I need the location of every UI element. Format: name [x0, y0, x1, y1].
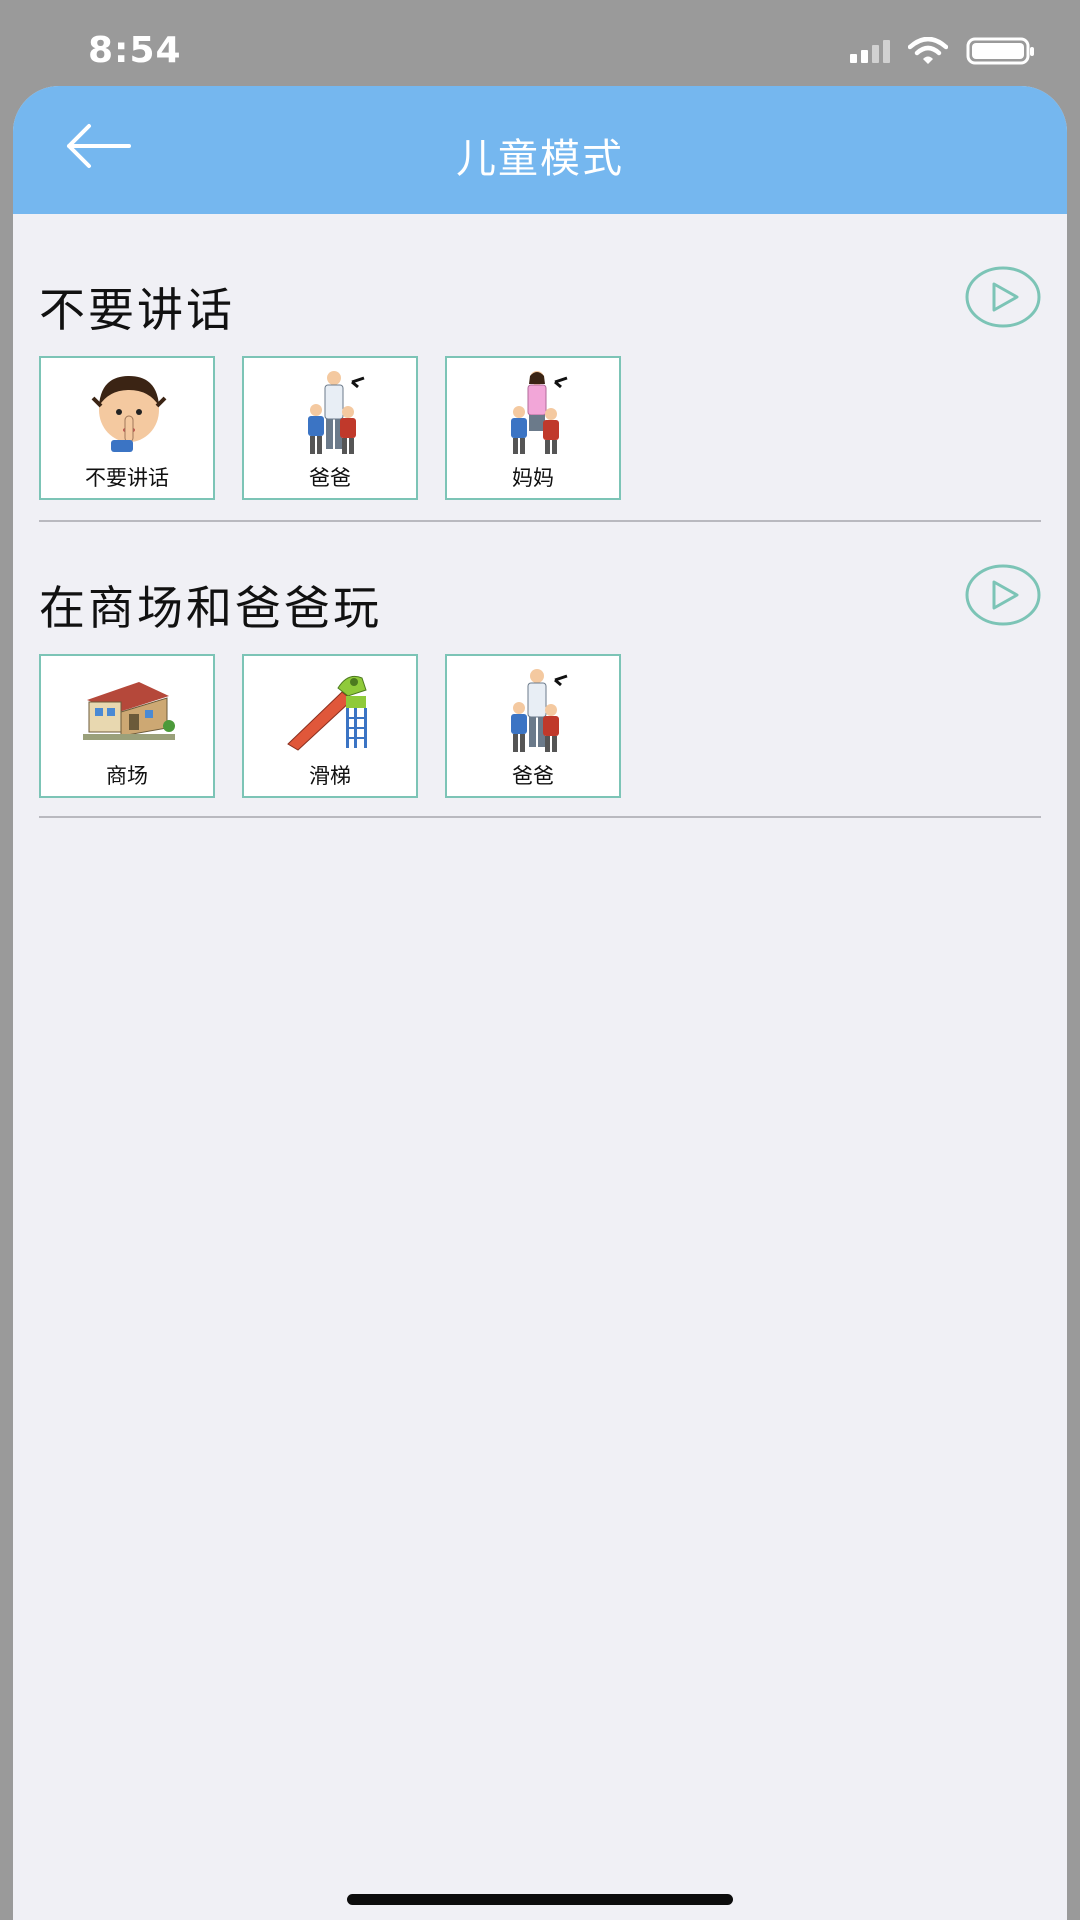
status-bar: 8:54 — [0, 0, 1080, 96]
card-label: 爸爸 — [309, 466, 351, 490]
play-circle-icon — [965, 266, 1041, 328]
card-row: 不要讲话 爸爸 妈妈 — [39, 356, 621, 500]
play-button[interactable] — [965, 564, 1041, 626]
slide-icon — [287, 675, 367, 751]
card-label: 爸爸 — [512, 764, 554, 788]
mall-icon — [83, 682, 175, 740]
status-icons — [850, 36, 1036, 66]
picture-card[interactable]: 滑梯 — [242, 654, 418, 798]
card-label: 妈妈 — [512, 466, 554, 490]
child-shush-icon — [91, 376, 167, 452]
play-circle-icon — [965, 564, 1041, 626]
status-time: 8:54 — [88, 30, 182, 71]
card-label: 商场 — [106, 764, 148, 788]
card-row: 商场 滑梯 爸爸 — [39, 654, 621, 798]
nav-bar: 儿童模式 — [13, 86, 1067, 214]
father-icon — [511, 669, 568, 752]
picture-card[interactable]: 爸爸 — [242, 356, 418, 500]
section-title: 不要讲话 — [39, 283, 235, 337]
section-title: 在商场和爸爸玩 — [39, 581, 382, 635]
picture-card[interactable]: 妈妈 — [445, 356, 621, 500]
section-divider — [39, 816, 1041, 818]
father-icon — [308, 371, 365, 454]
battery-icon — [966, 37, 1034, 65]
section-divider — [39, 520, 1041, 522]
home-indicator[interactable] — [347, 1894, 733, 1905]
card-label: 滑梯 — [309, 764, 351, 788]
mother-icon — [511, 371, 568, 454]
play-button[interactable] — [965, 266, 1041, 328]
picture-card[interactable]: 不要讲话 — [39, 356, 215, 500]
app-screen: 儿童模式 不要讲话 不要讲话 爸爸 妈妈 在商场和爸爸玩 商场 滑梯 爸爸 — [13, 86, 1067, 1920]
wifi-icon — [908, 37, 948, 64]
card-label: 不要讲话 — [85, 466, 169, 490]
page-title: 儿童模式 — [456, 136, 624, 182]
picture-card[interactable]: 商场 — [39, 654, 215, 798]
picture-card[interactable]: 爸爸 — [445, 654, 621, 798]
cellular-signal-icon — [850, 39, 890, 63]
